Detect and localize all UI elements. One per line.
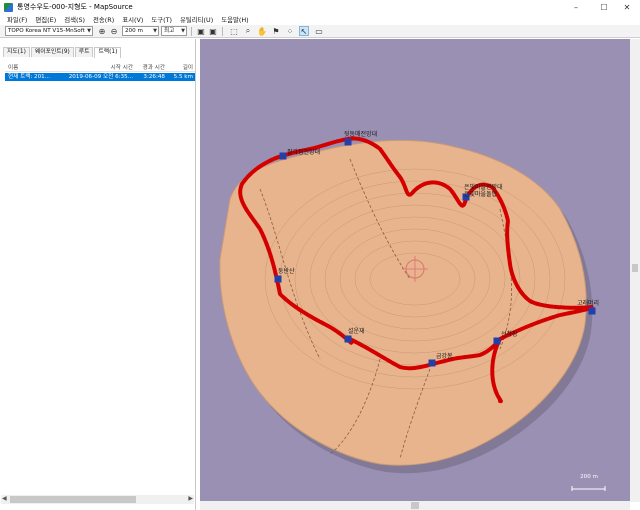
- track-start-time: 2019-06-09 오전 6:35...: [68, 74, 133, 80]
- toolbar: TOPO Korea NT V15-MnSoft ▼ ⊕ ⊖ 200 m ▼ 최…: [0, 25, 640, 38]
- close-button[interactable]: ✕: [614, 0, 640, 14]
- menu-search[interactable]: 검색(S): [60, 15, 89, 24]
- toolbar-separator: [191, 27, 192, 36]
- map-select-tool-icon[interactable]: ⬚: [229, 26, 239, 36]
- column-name[interactable]: 이름: [5, 63, 57, 71]
- panel-tabs: 지도(1) 웨이포인트(9) 루트 트랙(1): [3, 47, 122, 58]
- menu-view[interactable]: 표시(V): [118, 15, 147, 24]
- map-vertical-scrollbar[interactable]: [630, 39, 640, 502]
- scroll-right-icon[interactable]: ▶: [188, 495, 193, 502]
- pan-hand-tool-icon[interactable]: ✋: [257, 26, 267, 36]
- chevron-down-icon: ▼: [153, 28, 157, 34]
- scale-bar-label: 200 m: [580, 474, 598, 480]
- send-to-device-icon[interactable]: ▣: [208, 26, 218, 36]
- waypoint-tool-icon[interactable]: ⚑: [271, 26, 281, 36]
- map-horizontal-scrollbar[interactable]: [200, 501, 630, 510]
- measure-tool-icon[interactable]: ▭: [314, 26, 324, 36]
- side-panel: 지도(1) 웨이포인트(9) 루트 트랙(1) 이름 시작 시간 경과 시간 길…: [0, 39, 196, 510]
- track-row[interactable]: 현재 트랙: 201... 2019-06-09 오전 6:35... 3:26…: [5, 73, 195, 81]
- waypoint-label: 은빛마을돌탑: [464, 190, 498, 198]
- menu-edit[interactable]: 편집(E): [31, 15, 60, 24]
- minimize-button[interactable]: –: [563, 0, 589, 14]
- route-tool-icon[interactable]: ⁘: [285, 26, 295, 36]
- scrollbar-thumb[interactable]: [10, 496, 136, 503]
- scale-value: 200 m: [125, 28, 143, 34]
- waypoint-label: 뒷동매전망대: [344, 130, 377, 138]
- hiker-waypoint-icon: [279, 152, 287, 160]
- track-elapsed: 3:26:48: [143, 74, 165, 80]
- topo-map[interactable]: 팔각정전망대 뒷동매전망대 은빛마을전망대 은빛마을돌탑 둥반산 고래머리 설운…: [200, 39, 630, 502]
- hiker-waypoint-icon: [344, 335, 352, 343]
- waypoint-label: 팔각정전망대: [287, 148, 320, 156]
- window-title: 통영수우도-000-지형도 - MapSource: [17, 3, 133, 11]
- tab-tracks[interactable]: 트랙(1): [94, 47, 122, 58]
- toolbar-separator: [222, 27, 223, 36]
- menu-transfer[interactable]: 전송(R): [89, 15, 118, 24]
- map-view[interactable]: 팔각정전망대 뒷동매전망대 은빛마을전망대 은빛마을돌탑 둥반산 고래머리 설운…: [200, 39, 630, 502]
- waypoint-label: 금강봉: [436, 352, 453, 360]
- receive-from-device-icon[interactable]: ▣: [196, 26, 206, 36]
- scrollbar-thumb[interactable]: [632, 264, 638, 272]
- hiker-waypoint-icon: [588, 307, 596, 315]
- chevron-down-icon: ▼: [181, 28, 185, 34]
- scale-bar: [571, 486, 606, 491]
- menu-utilities[interactable]: 유틸리티(U): [176, 15, 217, 24]
- waypoint-label: 둥반산: [278, 267, 295, 275]
- detail-select[interactable]: 최고 ▼: [161, 26, 187, 36]
- zoom-out-icon[interactable]: ⊖: [109, 26, 119, 36]
- tab-waypoints[interactable]: 웨이포인트(9): [30, 47, 74, 57]
- hiker-waypoint-icon: [493, 337, 501, 345]
- waypoint-label: 선착장: [501, 330, 518, 338]
- track-name: 현재 트랙: 201...: [8, 74, 51, 80]
- map-product-select[interactable]: TOPO Korea NT V15-MnSoft ▼: [5, 26, 93, 36]
- column-length[interactable]: 길이: [167, 63, 195, 71]
- hiker-waypoint-icon: [274, 275, 282, 283]
- track-length: 5.5 km: [173, 74, 193, 80]
- scale-select[interactable]: 200 m ▼: [122, 26, 159, 36]
- select-arrow-tool-icon[interactable]: ↖: [299, 26, 309, 36]
- tab-maps[interactable]: 지도(1): [3, 47, 30, 57]
- waypoint-label: 은빛마을전망대: [464, 183, 503, 191]
- menu-help[interactable]: 도움말(H): [217, 15, 252, 24]
- zoom-in-icon[interactable]: ⊕: [97, 26, 107, 36]
- hiker-waypoint-icon: [428, 359, 436, 367]
- column-start-time[interactable]: 시작 시간: [57, 63, 135, 71]
- menu-bar: 파일(F) 편집(E) 검색(S) 전송(R) 표시(V) 도구(T) 유틸리티…: [0, 14, 640, 25]
- zoom-tool-icon[interactable]: ⌕: [243, 26, 253, 36]
- title-bar: 통영수우도-000-지형도 - MapSource – ☐ ✕: [0, 0, 640, 14]
- panel-horizontal-scrollbar[interactable]: ◀ ▶: [1, 495, 194, 504]
- scroll-left-icon[interactable]: ◀: [2, 495, 7, 502]
- map-product-value: TOPO Korea NT V15-MnSoft: [8, 28, 85, 34]
- chevron-down-icon: ▼: [87, 28, 91, 34]
- detail-value: 최고: [164, 28, 175, 34]
- menu-tools[interactable]: 도구(T): [147, 15, 176, 24]
- menu-file[interactable]: 파일(F): [3, 15, 31, 24]
- scrollbar-thumb[interactable]: [411, 502, 419, 509]
- tab-routes[interactable]: 루트: [74, 47, 94, 57]
- waypoint-label: 설운재: [348, 327, 365, 335]
- mapsource-app-icon: [4, 2, 13, 12]
- waypoint-label: 고래머리: [577, 299, 599, 307]
- track-list-header: 이름 시작 시간 경과 시간 길이: [5, 63, 195, 72]
- column-elapsed[interactable]: 경과 시간: [135, 63, 167, 71]
- hiker-waypoint-icon: [344, 138, 352, 146]
